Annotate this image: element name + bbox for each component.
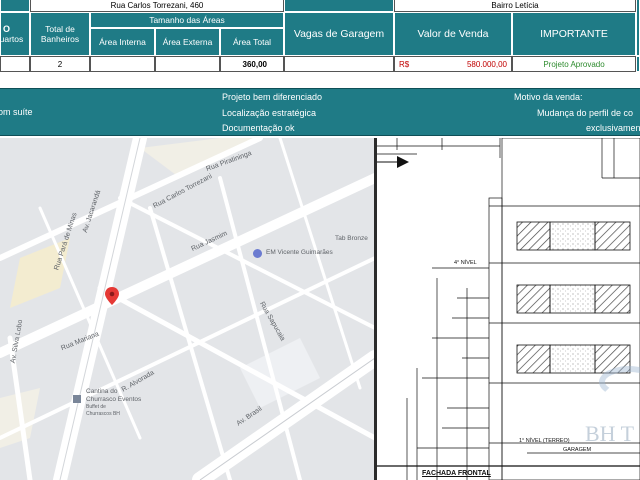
header-importante[interactable]: IMPORTANTE xyxy=(512,12,636,56)
restaurant-icon[interactable] xyxy=(73,395,81,403)
header-quartos-label: Quartos xyxy=(0,34,24,44)
details-motivo-text-1: Mudança do perfil de co xyxy=(537,108,634,118)
header-importante-label: IMPORTANTE xyxy=(540,28,608,40)
value-area-total-text: 360,00 xyxy=(242,59,267,69)
value-edge xyxy=(636,56,640,72)
level-1-label: 1° NÍVEL (TERREO) xyxy=(519,438,570,444)
neighborhood-cell[interactable]: Bairro Letícia xyxy=(394,0,636,12)
header-area-interna[interactable]: Área Interna xyxy=(90,28,155,56)
sheet-left-corner xyxy=(0,0,30,12)
garage-label: GARAGEM xyxy=(563,447,592,453)
header-tamanho-areas[interactable]: Tamanho das Áreas xyxy=(90,12,284,28)
details-feature-2: Localização estratégica xyxy=(222,108,317,118)
value-importante[interactable]: Projeto Aprovado xyxy=(512,56,636,72)
address-text: Rua Carlos Torrezani, 460 xyxy=(110,1,204,10)
poi-school[interactable]: EM Vicente Guimarães xyxy=(266,249,333,256)
poi-restaurant-line[interactable]: Buffet de xyxy=(86,404,106,410)
details-feature-3: Documentação ok xyxy=(222,123,295,133)
header-quartos[interactable]: O Quartos xyxy=(0,12,30,56)
location-map[interactable]: Rua Carlos Torrezani Rua Pará de Minas A… xyxy=(0,138,375,480)
address-cell[interactable]: Rua Carlos Torrezani, 460 xyxy=(30,0,284,12)
header-valor-label: Valor de Venda xyxy=(417,28,489,40)
value-currency: R$ xyxy=(399,59,410,69)
value-banheiros[interactable]: 2 xyxy=(30,56,90,72)
details-motivo-label: Motivo da venda: xyxy=(514,92,583,102)
value-banheiros-text: 2 xyxy=(57,59,63,69)
facade-title: FACHADA FRONTAL xyxy=(422,470,491,477)
value-area-externa[interactable] xyxy=(155,56,220,72)
details-left-text: om suíte xyxy=(0,107,33,117)
details-feature-1: Projeto bem diferenciado xyxy=(222,92,323,102)
value-area-interna[interactable] xyxy=(90,56,155,72)
value-valor[interactable]: R$ 580.000,00 xyxy=(394,56,512,72)
property-sheet: Rua Carlos Torrezani, 460 Bairro Letícia… xyxy=(0,0,640,138)
partial-icon: O xyxy=(3,24,11,34)
value-valor-text: 580.000,00 xyxy=(466,59,507,69)
header-vagas[interactable]: Vagas de Garagem xyxy=(284,12,394,56)
header-vagas-label: Vagas de Garagem xyxy=(293,28,385,40)
header-valor[interactable]: Valor de Venda xyxy=(394,12,512,56)
watermark-logo: BH T xyxy=(585,421,635,446)
value-importante-text: Projeto Aprovado xyxy=(543,59,605,69)
header-banheiros[interactable]: Total de Banheiros xyxy=(30,12,90,56)
header-area-total-label: Área Total xyxy=(232,37,272,47)
neighborhood-text: Bairro Letícia xyxy=(491,1,539,10)
facade-drawing[interactable]: 4° NÍVEL 1° NÍVEL (TERREO) GARAGEM FACHA… xyxy=(377,138,640,480)
sheet-header-gap xyxy=(284,0,394,12)
value-quartos[interactable] xyxy=(0,56,30,72)
value-area-total[interactable]: 360,00 xyxy=(220,56,284,72)
map-pin-icon[interactable] xyxy=(105,287,119,305)
details-band[interactable]: om suíte Projeto bem diferenciado Locali… xyxy=(0,88,640,136)
poi-restaurant-line[interactable]: Churrasco Eventos xyxy=(86,396,141,403)
school-icon[interactable] xyxy=(253,249,262,258)
poi-restaurant-line[interactable]: Churrascos BH xyxy=(86,411,120,417)
header-area-externa-label: Área Externa xyxy=(162,37,213,47)
level-4-label: 4° NÍVEL xyxy=(454,260,477,266)
header-area-interna-label: Área Interna xyxy=(99,37,146,47)
header-area-total[interactable]: Área Total xyxy=(220,28,284,56)
header-edge xyxy=(636,0,640,56)
header-banheiros-label: Total de Banheiros xyxy=(40,24,80,44)
header-area-externa[interactable]: Área Externa xyxy=(155,28,220,56)
header-tamanho-areas-label: Tamanho das Áreas xyxy=(149,15,225,25)
poi-shop[interactable]: Tab Bronze xyxy=(335,235,368,242)
value-vagas[interactable] xyxy=(284,56,394,72)
poi-restaurant-line[interactable]: Cantina do xyxy=(86,388,117,395)
details-motivo-text-2: exclusivamen xyxy=(586,123,640,133)
